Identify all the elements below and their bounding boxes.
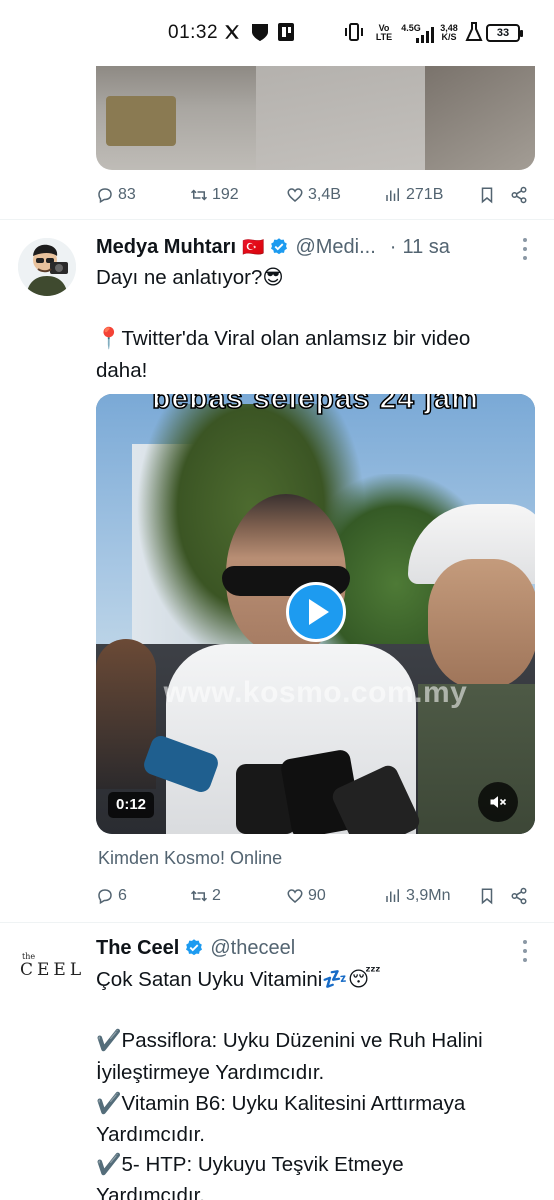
avatar[interactable]: [18, 238, 76, 296]
verified-icon: [186, 939, 203, 956]
views-icon: [386, 188, 399, 201]
mute-button[interactable]: [478, 782, 518, 822]
share-icon: [511, 887, 527, 905]
tweet-text-line: İyileştirmeye Yardımcıdır.: [96, 1061, 325, 1084]
reply-button[interactable]: 6: [96, 887, 127, 905]
retweet-button[interactable]: 2: [190, 887, 221, 905]
previous-tweet-image[interactable]: [96, 66, 535, 170]
avatar[interactable]: the CEEL: [18, 952, 81, 982]
video-watermark: www.kosmo.com.my: [163, 676, 468, 709]
reply-count: 6: [118, 887, 127, 904]
tweet-actions: 6 2 90 3,9Mn: [96, 883, 536, 913]
author-handle[interactable]: @theceel: [210, 937, 295, 960]
author-name[interactable]: Medya Muhtarı: [96, 236, 236, 259]
volte-indicator: Vo LTE: [374, 24, 394, 42]
share-button[interactable]: [510, 887, 528, 905]
tweet-header: Medya Muhtarı 🇹🇷 @Medi... · 11 sa: [96, 233, 516, 261]
play-button[interactable]: [286, 582, 346, 642]
more-icon[interactable]: [522, 940, 528, 962]
tweet-header: The Ceel @theceel: [96, 934, 295, 962]
bookmark-button[interactable]: [478, 186, 496, 204]
like-count: 3,4B: [308, 186, 341, 203]
video-caption: bebas selepas 24 jam: [151, 394, 479, 416]
video-microphones: [126, 724, 423, 834]
video-person-right: [408, 504, 535, 834]
reply-icon: [98, 188, 112, 204]
author-name[interactable]: The Ceel: [96, 937, 179, 960]
retweet-icon: [190, 189, 208, 201]
net-speed: 3,48 K/S: [438, 24, 460, 42]
views-icon: [386, 889, 399, 902]
x-logo-icon: [222, 20, 242, 44]
vibrate-icon: [342, 20, 366, 44]
tweet-time[interactable]: 11 sa: [402, 236, 449, 259]
verified-icon: [271, 238, 288, 255]
like-button[interactable]: 90: [286, 887, 326, 905]
signal-icon: [414, 23, 436, 47]
views-count: 3,9Mn: [406, 887, 451, 904]
like-count: 90: [308, 887, 326, 904]
avatar-illustration: [18, 238, 76, 296]
bookmark-button[interactable]: [478, 887, 496, 905]
reply-count: 83: [118, 186, 136, 203]
views-button[interactable]: 3,9Mn: [384, 887, 450, 905]
net-lte: LTE: [375, 32, 393, 42]
share-button[interactable]: [510, 186, 528, 204]
image-curb: [425, 66, 535, 170]
avatar-logo-word: CEEL: [20, 960, 86, 980]
tweet-text-line: Çok Satan Uyku Vitamini💤😴: [96, 968, 381, 991]
status-bar: 01:32 Vo LTE 4.5G 3,48 K/S 33: [0, 0, 554, 66]
tweet-text-line: ✔️Vitamin B6: Uyku Kalitesini Arttırmaya: [96, 1092, 466, 1115]
status-time: 01:32: [168, 22, 219, 43]
video-source[interactable]: Kimden Kosmo! Online: [98, 848, 282, 869]
tweet-video[interactable]: bebas selepas 24 jam www.kosmo.com.my 0:…: [96, 394, 535, 834]
speed-unit: K/S: [441, 32, 457, 42]
turkey-flag: 🇹🇷: [242, 236, 265, 257]
prev-tweet-actions: 83 192 3,4B 271B: [96, 182, 536, 212]
retweet-button[interactable]: 192: [190, 186, 239, 204]
tweet-text-line: ✔️5- HTP: Uykuyu Teşvik Etmeye: [96, 1153, 404, 1176]
flask-icon: [464, 20, 484, 44]
views-count: 271B: [406, 186, 444, 203]
tweet-text-line: daha!: [96, 359, 148, 382]
tweet-text-line: Dayı ne anlatıyor?😎: [96, 266, 284, 289]
video-duration: 0:12: [108, 792, 155, 818]
like-icon: [287, 188, 303, 202]
tweet-text-line: Yardımcıdır.: [96, 1123, 205, 1146]
author-handle[interactable]: @Medi...: [295, 236, 375, 259]
retweet-count: 2: [212, 887, 221, 904]
more-icon[interactable]: [522, 238, 528, 260]
battery-icon: 33: [486, 24, 523, 42]
share-icon: [511, 186, 527, 204]
separator-dot: ·: [389, 235, 397, 258]
reply-button[interactable]: 83: [96, 186, 136, 204]
pocket-icon: [276, 20, 296, 44]
like-button[interactable]: 3,4B: [286, 186, 341, 204]
shield-icon: [250, 20, 270, 44]
bookmark-icon: [481, 187, 493, 204]
mute-icon: [490, 796, 507, 808]
retweet-icon: [190, 890, 208, 902]
like-icon: [287, 889, 303, 903]
divider: [0, 219, 554, 220]
reply-icon: [98, 889, 112, 905]
tweet-text-line: ✔️Passiflora: Uyku Düzenini ve Ruh Halin…: [96, 1029, 483, 1052]
tweet-text-line: 📍Twitter'da Viral olan anlamsız bir vide…: [96, 327, 471, 350]
image-stall: [106, 96, 176, 146]
tweet-text-line: Yardımcıdır.: [96, 1184, 205, 1200]
views-button[interactable]: 271B: [384, 186, 443, 204]
retweet-count: 192: [212, 186, 239, 203]
play-icon: [308, 599, 329, 625]
bookmark-icon: [481, 888, 493, 905]
divider: [0, 922, 554, 923]
